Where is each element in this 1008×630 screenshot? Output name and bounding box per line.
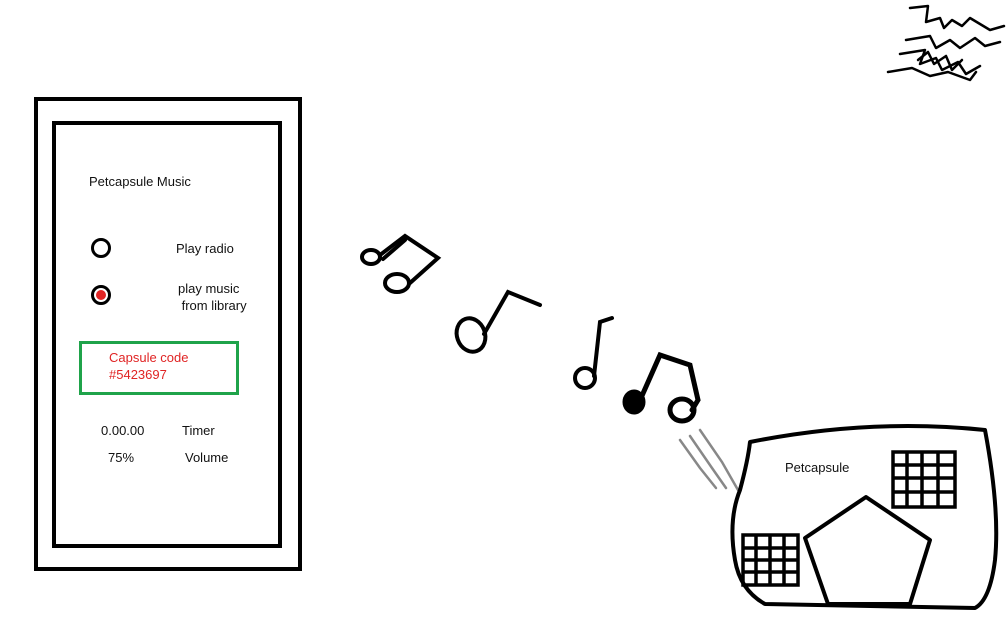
speaker-grille: [891, 450, 957, 509]
speaker-grille: [741, 533, 800, 587]
eighth-note-icon: [454, 289, 542, 354]
drawing-layer: [360, 4, 1006, 610]
signature-scribble: [886, 4, 1006, 82]
music-note-icon: [360, 233, 442, 294]
sound-waves: [678, 428, 740, 492]
eighth-note-icon: [573, 316, 614, 390]
capsule-label: Petcapsule: [785, 460, 850, 475]
music-note-icon: [622, 351, 701, 424]
